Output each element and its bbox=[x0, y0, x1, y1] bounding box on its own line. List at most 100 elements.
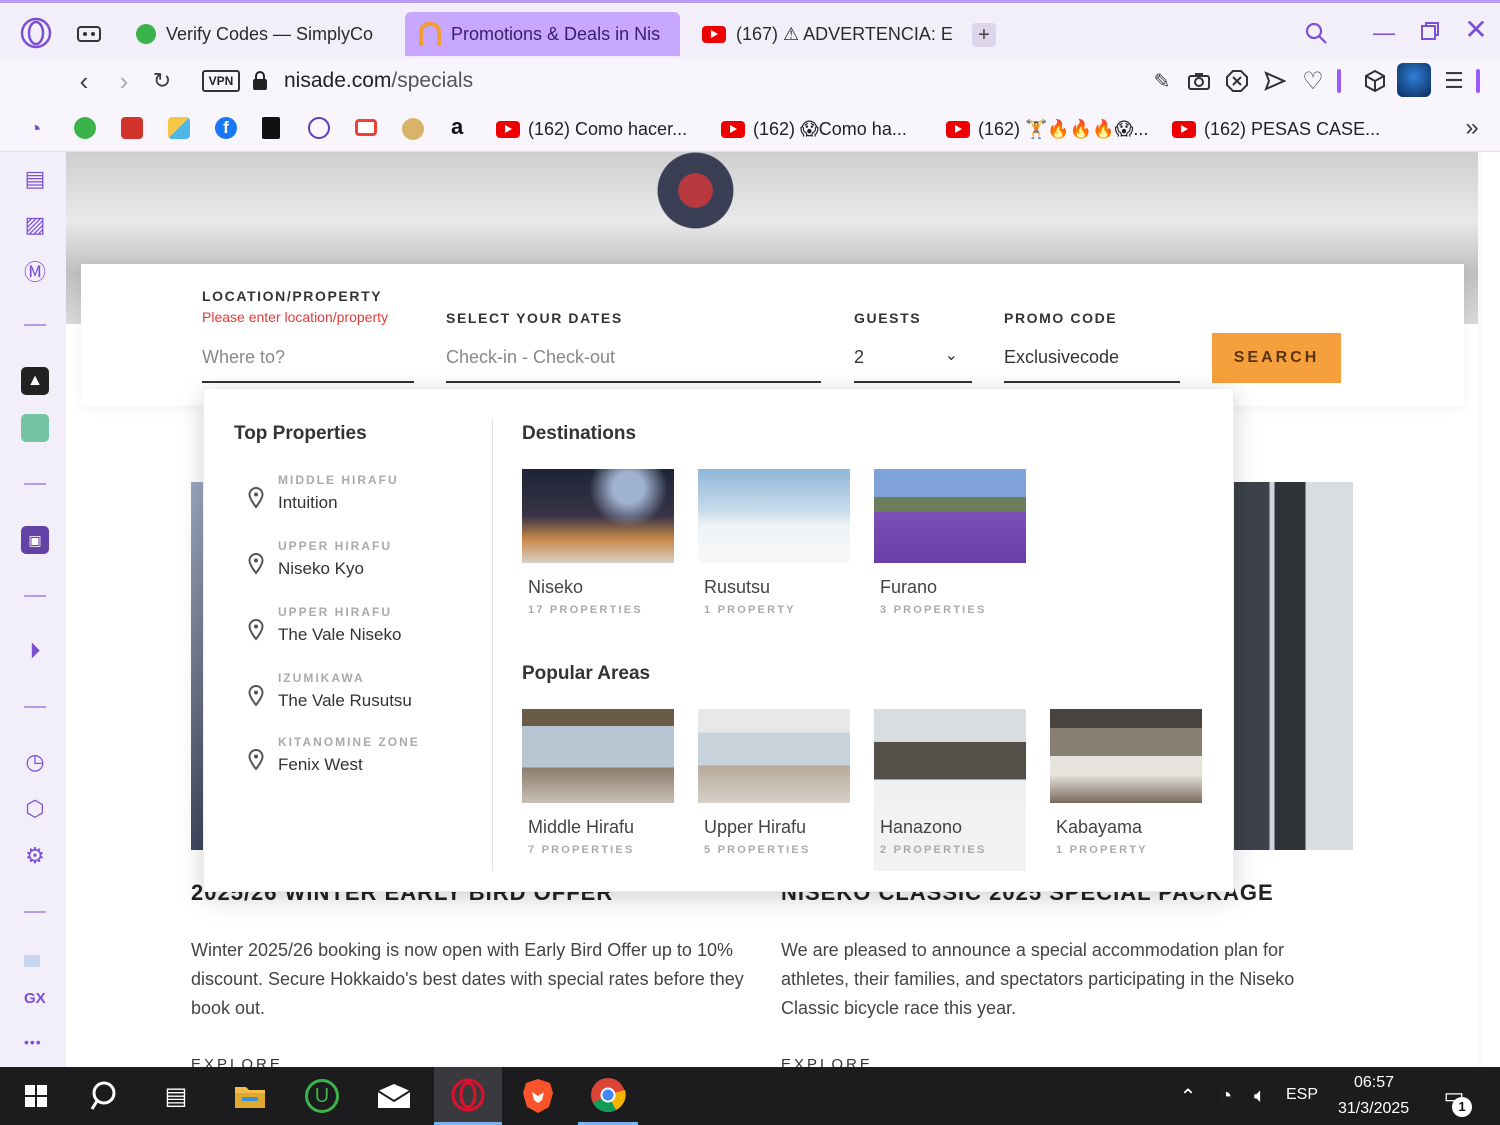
gx-cleaner-icon[interactable]: ▨ bbox=[20, 210, 50, 240]
cookie-bookmark-icon[interactable] bbox=[402, 118, 424, 140]
search-tabs-icon[interactable] bbox=[1300, 17, 1332, 49]
notifications-icon[interactable]: ▭ bbox=[1424, 1067, 1484, 1125]
brave-icon[interactable] bbox=[508, 1067, 568, 1125]
opera-gx-logo-icon[interactable] bbox=[18, 15, 54, 51]
kabayama-bedroom-image bbox=[1050, 709, 1202, 803]
adblock-icon[interactable] bbox=[1223, 67, 1251, 95]
area-card-upper-hirafu[interactable]: Upper Hirafu 5 PROPERTIES bbox=[698, 709, 850, 856]
volume-icon[interactable]: 🔈︎ bbox=[1230, 1067, 1290, 1125]
share-icon[interactable]: ✎ bbox=[1148, 67, 1176, 95]
property-item[interactable]: IZUMIKAWA The Vale Rusutsu bbox=[248, 671, 412, 711]
url-path: /specials bbox=[391, 69, 474, 92]
area-name: Kabayama bbox=[1056, 817, 1143, 837]
extensions-cube-icon[interactable] bbox=[1361, 67, 1389, 95]
destination-card-rusutsu[interactable]: Rusutsu 1 PROPERTY bbox=[698, 469, 850, 616]
simplycodes-bookmark-icon[interactable] bbox=[74, 117, 96, 139]
tab-promotions[interactable]: Promotions & Deals in Nis bbox=[405, 12, 680, 56]
gamepad-icon[interactable] bbox=[72, 19, 106, 49]
property-area: UPPER HIRAFU bbox=[278, 605, 393, 619]
toolbar-divider bbox=[1337, 69, 1341, 93]
explore-link-left[interactable]: EXPLORE bbox=[191, 1056, 283, 1067]
url-host: nisade.com bbox=[284, 69, 392, 92]
location-label: LOCATION/PROPERTY bbox=[202, 288, 383, 304]
dates-input[interactable]: Check-in - Check-out bbox=[446, 347, 821, 383]
extensions-icon[interactable]: ⬡ bbox=[20, 794, 50, 824]
maps-bookmark-icon[interactable] bbox=[168, 117, 190, 139]
gx-corner-icon[interactable] bbox=[24, 955, 40, 967]
gmail-bookmark-icon[interactable] bbox=[355, 119, 377, 136]
property-item[interactable]: MIDDLE HIRAFU Intuition bbox=[248, 473, 399, 513]
promo-input[interactable]: Exclusivecode bbox=[1004, 347, 1180, 383]
settings-gear-icon[interactable]: ⚙ bbox=[20, 841, 50, 871]
forward-button[interactable]: › bbox=[110, 66, 138, 96]
mail-icon[interactable] bbox=[364, 1067, 424, 1125]
location-input[interactable]: Where to? bbox=[202, 347, 414, 383]
search-button[interactable]: SEARCH bbox=[1212, 333, 1341, 383]
clock-time[interactable]: 06:57 bbox=[1354, 1074, 1394, 1092]
bookmark-youtube-2[interactable]: (162) 😱Como ha... bbox=[721, 115, 907, 143]
property-item[interactable]: UPPER HIRAFU Niseko Kyo bbox=[248, 539, 392, 579]
heart-icon[interactable]: ♡ bbox=[1299, 67, 1327, 95]
back-button[interactable]: ‹ bbox=[70, 66, 98, 96]
area-count: 7 PROPERTIES bbox=[528, 844, 635, 856]
hot-tabs-killer-icon[interactable]: Ⓜ bbox=[20, 256, 50, 286]
opera-gx-taskbar-icon[interactable] bbox=[434, 1067, 502, 1125]
url-field[interactable]: nisade.com/specials bbox=[284, 69, 473, 93]
bookmark-youtube-4[interactable]: (162) PESAS CASE... bbox=[1172, 115, 1380, 143]
reload-button[interactable]: ↻ bbox=[148, 67, 176, 95]
area-card-hanazono[interactable]: Hanazono 2 PROPERTIES bbox=[874, 709, 1026, 856]
property-item[interactable]: UPPER HIRAFU The Vale Niseko bbox=[248, 605, 401, 645]
offer-text-right: We are pleased to announce a special acc… bbox=[781, 940, 1295, 1018]
page-scrollbar[interactable]: ⌃ ⌄ bbox=[1478, 152, 1482, 1067]
shein-bookmark-icon[interactable] bbox=[121, 117, 143, 139]
bookmarks-bar: ◔ f a (162) Como hacer... (162) 😱Como ha… bbox=[0, 104, 1500, 152]
history-clock-icon[interactable]: ◷ bbox=[20, 747, 50, 777]
player-icon[interactable]: ⏵ bbox=[20, 636, 50, 666]
tab-verify-codes[interactable]: Verify Codes — SimplyCo bbox=[122, 12, 392, 56]
upwork-icon[interactable]: U bbox=[292, 1067, 352, 1125]
new-tab-button[interactable]: + bbox=[972, 23, 996, 47]
task-view-icon[interactable]: ▤ bbox=[146, 1067, 206, 1125]
destination-card-niseko[interactable]: Niseko 17 PROPERTIES bbox=[522, 469, 674, 616]
bookmark-label: (162) PESAS CASE... bbox=[1204, 118, 1381, 139]
area-name: Upper Hirafu bbox=[704, 817, 807, 837]
guests-select[interactable]: 2 ⌄ bbox=[854, 347, 972, 383]
file-explorer-icon[interactable] bbox=[220, 1067, 280, 1125]
explore-link-right[interactable]: EXPLORE bbox=[781, 1056, 873, 1067]
search-icon[interactable] bbox=[76, 1067, 136, 1125]
windows-start-icon[interactable] bbox=[6, 1067, 66, 1125]
vpn-badge[interactable]: VPN bbox=[202, 70, 240, 92]
chrome-icon[interactable] bbox=[578, 1067, 638, 1125]
document-bookmark-icon[interactable] bbox=[262, 117, 280, 139]
profile-avatar[interactable] bbox=[1397, 63, 1431, 97]
more-bookmarks-chevron-icon[interactable]: » bbox=[1458, 114, 1486, 142]
language-indicator[interactable]: ESP bbox=[1286, 1086, 1318, 1104]
promo-label: PROMO CODE bbox=[1004, 310, 1118, 326]
clock-date[interactable]: 31/3/2025 bbox=[1338, 1100, 1409, 1118]
gx-control-icon[interactable]: ▤ bbox=[20, 164, 50, 194]
chatgpt-icon[interactable] bbox=[21, 414, 49, 442]
amazon-bookmark-icon[interactable]: a bbox=[451, 114, 463, 140]
location-pin-icon bbox=[248, 685, 264, 707]
destination-card-furano[interactable]: Furano 3 PROPERTIES bbox=[874, 469, 1026, 616]
gx-speed-icon[interactable]: ◔ bbox=[22, 116, 48, 142]
bookmark-youtube-3[interactable]: (162) 🏋🔥🔥🔥😱... bbox=[946, 115, 1148, 143]
area-card-middle-hirafu[interactable]: Middle Hirafu 7 PROPERTIES bbox=[522, 709, 674, 856]
area-card-kabayama[interactable]: Kabayama 1 PROPERTY bbox=[1050, 709, 1202, 856]
sidebar-more-icon[interactable]: ••• bbox=[24, 1034, 42, 1050]
minimize-button[interactable]: — bbox=[1368, 17, 1400, 49]
discord-bookmark-icon[interactable] bbox=[308, 117, 330, 139]
camera-icon[interactable] bbox=[1185, 67, 1213, 95]
property-item[interactable]: KITANOMINE ZONE Fenix West bbox=[248, 735, 420, 775]
send-icon[interactable] bbox=[1261, 67, 1289, 95]
tab-youtube-advertencia[interactable]: (167) ⚠ ADVERTENCIA: E bbox=[688, 12, 958, 56]
bookmark-youtube-1[interactable]: (162) Como hacer... bbox=[496, 115, 687, 143]
facebook-bookmark-icon[interactable]: f bbox=[215, 117, 237, 139]
maximize-button[interactable] bbox=[1414, 15, 1446, 47]
gx-label[interactable]: GX bbox=[24, 990, 46, 1007]
twitch-icon[interactable]: ▣ bbox=[21, 526, 49, 554]
easy-setup-menu-icon[interactable]: ☰ bbox=[1440, 67, 1468, 95]
youtube-icon bbox=[496, 120, 520, 138]
aria-icon[interactable]: ▲ bbox=[21, 367, 49, 395]
close-window-button[interactable]: ✕ bbox=[1460, 13, 1492, 45]
